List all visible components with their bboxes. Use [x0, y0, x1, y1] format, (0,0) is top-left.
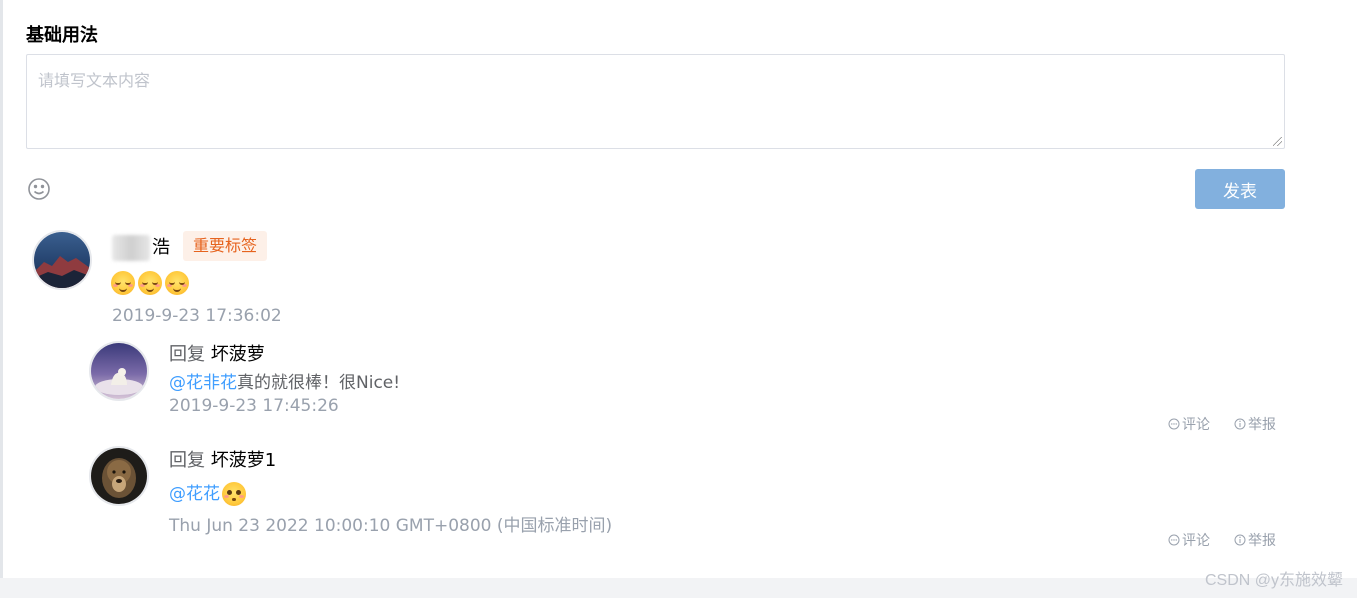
reply-time: Thu Jun 23 2022 10:00:10 GMT+0800 (中国标准时…: [169, 516, 613, 536]
blurred-name: [112, 235, 150, 261]
comment-time: 2019-9-23 17:36:02: [112, 306, 282, 326]
footer-band: [0, 578, 1357, 598]
avatar[interactable]: [89, 341, 149, 401]
avatar[interactable]: [89, 446, 149, 506]
smile-icon[interactable]: [27, 177, 51, 201]
comment-action[interactable]: 评论: [1168, 530, 1210, 550]
textarea-placeholder: 请填写文本内容: [38, 71, 151, 90]
report-action[interactable]: 举报: [1234, 414, 1276, 434]
reply-prefix: 回复: [169, 344, 205, 365]
left-edge: [0, 0, 3, 598]
comment-textarea[interactable]: 请填写文本内容: [26, 54, 1285, 149]
mention-link[interactable]: @花花: [169, 484, 220, 504]
submit-button[interactable]: 发表: [1195, 169, 1285, 209]
reply-prefix: 回复: [169, 450, 205, 471]
reply-content: @花非花真的就很棒！很Nice!: [169, 368, 400, 393]
avatar[interactable]: [32, 230, 92, 290]
report-action[interactable]: 举报: [1234, 530, 1276, 550]
reply-content: @花花: [169, 479, 249, 506]
comment-action-label: 评论: [1182, 533, 1210, 549]
report-action-label: 举报: [1248, 533, 1276, 549]
watermark: CSDN @y东施效颦: [1204, 572, 1343, 589]
blush-emoji-icon: [138, 271, 162, 295]
section-title: 基础用法: [26, 25, 98, 46]
pleading-emoji-icon: [222, 482, 246, 506]
reply-text: 真的就很棒！很Nice!: [237, 373, 401, 393]
blush-emoji-icon: [111, 271, 135, 295]
comment-action-label: 评论: [1182, 417, 1210, 433]
comment-action[interactable]: 评论: [1168, 414, 1210, 434]
reply-header: 回复 坏菠萝: [169, 340, 265, 366]
comment-author[interactable]: 浩: [112, 233, 170, 261]
mention-link[interactable]: @花非花: [169, 373, 237, 393]
author-name-suffix: 浩: [152, 237, 170, 258]
resize-handle-icon[interactable]: [1273, 137, 1282, 146]
reply-target-name[interactable]: 坏菠萝1: [211, 450, 276, 471]
blush-emoji-icon: [165, 271, 189, 295]
reply-time: 2019-9-23 17:45:26: [169, 396, 339, 416]
info-icon: [1234, 418, 1246, 430]
comment-icon: [1168, 418, 1180, 430]
info-icon: [1234, 534, 1246, 546]
reply-header: 回复 坏菠萝1: [169, 446, 276, 472]
comment-icon: [1168, 534, 1180, 546]
comment-content: [111, 271, 192, 295]
important-tag: 重要标签: [183, 231, 268, 261]
report-action-label: 举报: [1248, 417, 1276, 433]
reply-target-name[interactable]: 坏菠萝: [211, 344, 265, 365]
